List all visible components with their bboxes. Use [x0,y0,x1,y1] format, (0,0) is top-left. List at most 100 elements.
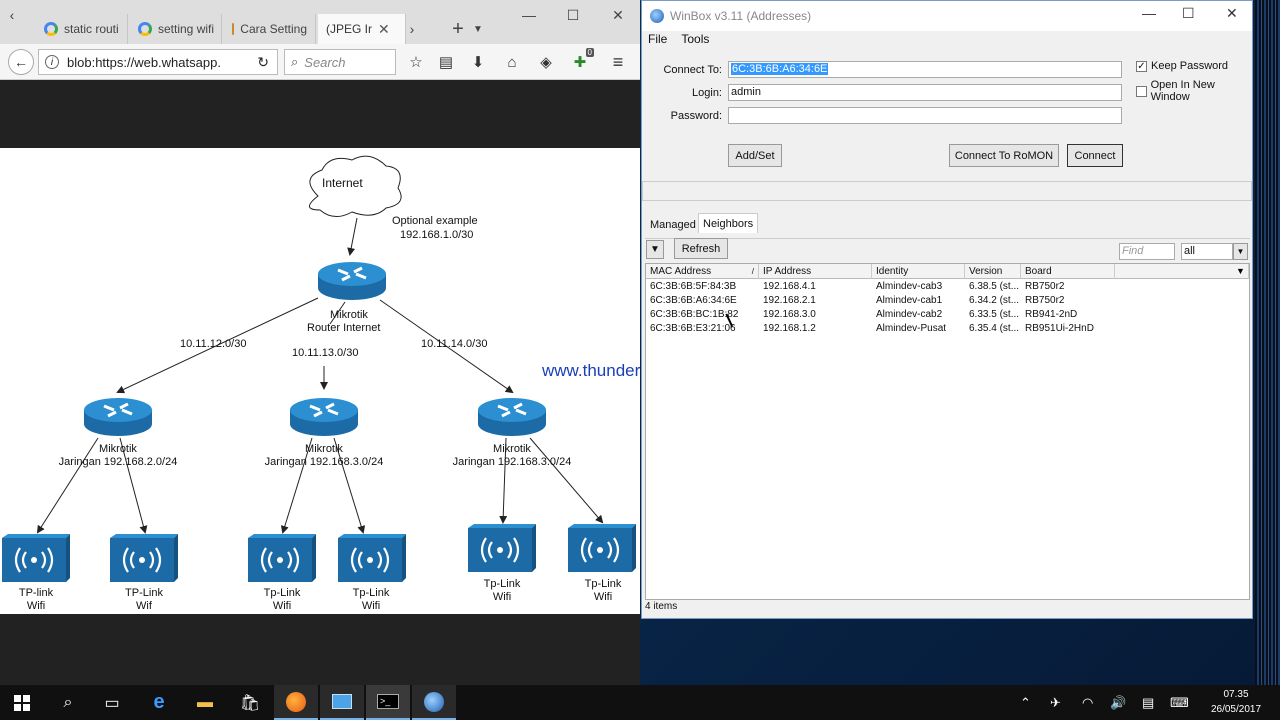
library-icon[interactable]: ▤ [436,52,456,72]
browser-tab[interactable]: static routi [36,14,128,44]
remote-desktop-icon[interactable] [320,685,364,720]
filter-select[interactable]: all [1181,243,1233,260]
link-right-label: 10.11.14.0/30 [421,338,488,350]
tab-scroll-right-icon[interactable]: › [404,14,420,44]
open-new-window-checkbox[interactable]: Open In New Window [1136,79,1252,103]
login-field[interactable]: admin [728,84,1122,101]
store-icon[interactable]: 🛍 [228,685,272,720]
task-view-icon[interactable]: ▭ [90,685,134,720]
tab-managed[interactable]: Managed [646,215,700,235]
browser-tab[interactable]: Cara Setting [224,14,316,44]
column-header[interactable]: MAC Address / [646,264,759,279]
login-label: Login: [692,87,722,99]
pocket-icon[interactable]: ◈ [536,52,556,72]
table-row[interactable]: 6C:3B:6B:5F:84:3B 192.168.4.1 Almindev-c… [646,280,1118,294]
find-input[interactable]: Find [1119,243,1175,260]
close-tab-icon[interactable]: ✕ [378,21,390,38]
keyboard-icon[interactable]: ⌨ [1170,685,1189,720]
maximize-icon[interactable]: ☐ [551,0,595,30]
google-icon [138,22,152,36]
tab-scroll-left-icon[interactable]: ‹ [0,0,24,30]
column-header-empty[interactable] [1115,264,1249,279]
tab-neighbors[interactable]: Neighbors [698,213,759,233]
ap-label: TP-link Wifi [18,587,54,612]
column-header[interactable]: IP Address [759,264,872,279]
winbox-title: WinBox v3.11 (Addresses) [670,9,812,23]
page-favicon-icon [232,23,235,35]
bookmark-star-icon[interactable]: ☆ [406,52,426,72]
connect-romon-button[interactable]: Connect To RoMON [949,144,1059,167]
add-set-button[interactable]: Add/Set [728,144,782,167]
url-bar[interactable]: i blob:https://web.whatsapp. ↻ [38,49,278,75]
taskbar-clock[interactable]: 07.35 26/05/2017 [1196,687,1276,717]
search-input[interactable]: ⌕ Search [284,49,396,75]
network-status-icon[interactable]: ✈ [1050,685,1061,720]
tab-label: (JPEG Ir [326,22,373,36]
diagram-lines [0,155,638,584]
ap-label: Tp-Link Wifi [263,587,301,612]
winbox-logo-icon [650,9,664,23]
download-icon[interactable]: ⬇ [468,52,488,72]
menu-file[interactable]: File [648,32,667,50]
status-line [642,181,1252,201]
keep-password-label: Keep Password [1151,60,1229,72]
winbox-title-bar: WinBox v3.11 (Addresses) — ☐ ✕ [642,1,1252,31]
password-field[interactable] [728,107,1122,124]
checkbox-empty-icon [1136,85,1147,97]
table-row[interactable]: 6C:3B:6B:E3:21:06 192.168.1.2 Almindev-P… [646,322,1118,336]
column-header[interactable]: Identity [872,264,965,279]
link-left-label: 10.11.12.0/30 [180,338,247,350]
columns-chevron-down-icon[interactable]: ▼ [1236,266,1245,276]
router-label: Mikrotik Jaringan 192.168.3.0/24 [452,443,572,468]
optional-subnet-label: 192.168.1.0/30 [400,229,474,241]
maximize-icon[interactable]: ☐ [1182,5,1195,22]
open-new-window-label: Open In New Window [1150,79,1215,103]
ap-label: Tp-Link Wifi [584,578,622,603]
column-header[interactable]: Version [965,264,1021,279]
connect-to-field[interactable]: 6C:3B:6B:A6:34:6E [728,61,1122,78]
search-icon[interactable]: ⌕ [46,685,90,720]
reload-icon[interactable]: ↻ [257,54,269,71]
minimize-icon[interactable]: — [507,0,551,30]
tab-label: Cara Setting [240,22,307,36]
tab-list-chevron-down-icon[interactable]: ▼ [468,14,488,44]
wifi-icon[interactable]: ◠ [1082,685,1093,720]
back-button[interactable]: ← [8,49,34,75]
extension-icon[interactable]: ✚ 0 [570,48,594,72]
table-row[interactable]: 6C:3B:6B:BC:1B:82 192.168.3.0 Almindev-c… [646,308,1118,322]
close-window-icon[interactable]: ✕ [1226,5,1238,22]
volume-icon[interactable]: 🔊 [1110,685,1126,720]
browser-tab[interactable]: setting wifi [130,14,222,44]
windows-start-icon[interactable] [0,685,44,720]
ap-label: Tp-Link Wifi [352,587,390,612]
minimize-icon[interactable]: — [1142,5,1156,21]
winbox-taskbar-icon[interactable] [412,685,456,720]
show-hidden-icons-chevron-icon[interactable]: ⌃ [1020,685,1031,720]
file-explorer-icon[interactable]: ▬ [183,685,227,720]
filter-icon[interactable]: ▼ [646,240,664,259]
filter-dropdown-chevron-down-icon[interactable]: ▼ [1233,243,1248,260]
refresh-button[interactable]: Refresh [674,238,728,259]
item-count: 4 items [645,601,678,612]
clock-time: 07.35 [1223,689,1249,700]
browser-tab-active[interactable]: (JPEG Ir ✕ [318,14,406,44]
hamburger-menu-icon[interactable]: ≡ [608,52,628,72]
column-header[interactable]: Board [1021,264,1115,279]
password-label: Password: [670,110,722,122]
table-row[interactable]: 6C:3B:6B:A6:34:6E 192.168.2.1 Almindev-c… [646,294,1118,308]
close-window-icon[interactable]: ✕ [596,0,640,30]
info-icon[interactable]: i [45,55,59,69]
link-mid-label: 10.11.13.0/30 [292,347,359,359]
connect-button[interactable]: Connect [1067,144,1123,167]
menu-tools[interactable]: Tools [681,32,709,50]
firefox-icon[interactable] [274,685,318,720]
command-prompt-icon[interactable]: >_ [366,685,410,720]
tab-label: setting wifi [158,22,215,36]
tab-strip: ‹ static routi setting wifi Cara Setting… [0,0,640,44]
notifications-icon[interactable]: ▤ [1142,685,1154,720]
edge-icon[interactable]: e [137,685,181,720]
image-viewer: Internet Optional example 192.168.1.0/30… [0,80,640,685]
keep-password-checkbox[interactable]: ✓ Keep Password [1136,60,1228,72]
core-router-label: Mikrotik [330,309,368,321]
home-icon[interactable]: ⌂ [502,52,522,72]
